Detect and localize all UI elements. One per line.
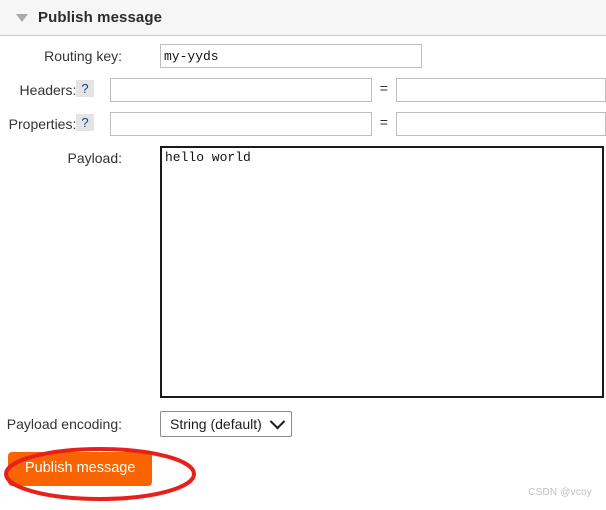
headers-row: Headers: ? = bbox=[0, 78, 606, 104]
properties-equals-sign: = bbox=[379, 116, 388, 132]
payload-encoding-select[interactable]: String (default) bbox=[160, 411, 292, 437]
payload-encoding-selected-value: String (default) bbox=[170, 416, 262, 432]
properties-help-cell: ? bbox=[76, 112, 94, 131]
headers-field-cell: = bbox=[94, 78, 606, 102]
properties-label: Properties: bbox=[8, 116, 77, 132]
headers-equals-sign: = bbox=[379, 82, 388, 98]
routing-key-field-cell bbox=[144, 44, 422, 68]
publish-button-wrap: Publish message bbox=[8, 452, 153, 486]
payload-textarea[interactable] bbox=[160, 146, 604, 398]
properties-key-input[interactable] bbox=[109, 112, 372, 136]
payload-encoding-label: Payload encoding: bbox=[6, 416, 122, 432]
properties-value-input[interactable] bbox=[396, 112, 606, 136]
routing-key-label: Routing key: bbox=[44, 48, 122, 64]
triangle-down-icon[interactable] bbox=[16, 13, 28, 22]
properties-row: Properties: ? = bbox=[0, 112, 606, 138]
headers-label: Headers: bbox=[19, 82, 77, 98]
question-mark-icon[interactable]: ? bbox=[76, 114, 94, 131]
headers-value-input[interactable] bbox=[396, 78, 606, 102]
headers-help-cell: ? bbox=[76, 78, 94, 97]
page-title: Publish message bbox=[38, 9, 163, 26]
properties-field-cell: = bbox=[94, 112, 606, 136]
publish-message-button[interactable]: Publish message bbox=[8, 452, 153, 486]
payload-encoding-select-cell: String (default) bbox=[144, 411, 292, 437]
payload-encoding-row: Payload encoding: String (default) bbox=[0, 410, 606, 438]
publish-message-section-header[interactable]: Publish message bbox=[0, 0, 606, 36]
routing-key-row: Routing key: bbox=[0, 44, 606, 70]
headers-key-input[interactable] bbox=[109, 78, 372, 102]
payload-row: Payload: bbox=[0, 146, 606, 398]
payload-label: Payload: bbox=[67, 150, 122, 166]
routing-key-input[interactable] bbox=[160, 44, 422, 68]
watermark-text: CSDN @vcoy bbox=[528, 487, 592, 498]
chevron-down-icon bbox=[269, 413, 286, 429]
question-mark-icon[interactable]: ? bbox=[76, 80, 94, 97]
publish-message-form: Routing key: Headers: ? = Properties: ? … bbox=[0, 36, 606, 438]
payload-field-cell bbox=[144, 146, 604, 398]
